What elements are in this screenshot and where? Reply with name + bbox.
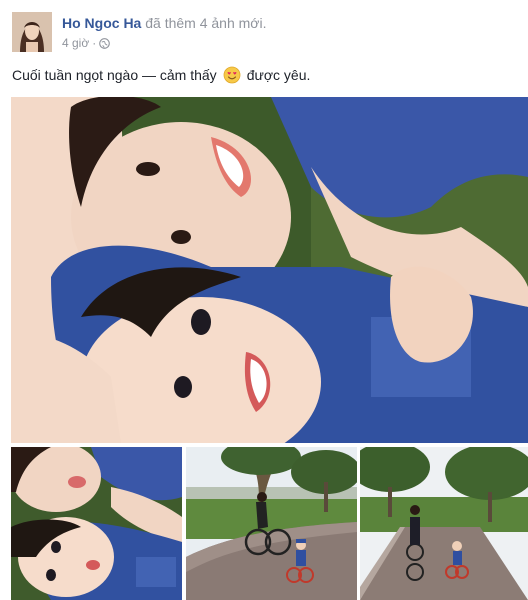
post-photo-thumbnail-3[interactable] (360, 447, 528, 600)
post-photo-thumbnail-2[interactable] (186, 447, 357, 600)
author-avatar[interactable] (12, 12, 52, 52)
meta-separator: · (92, 36, 97, 50)
post-title-line: Ho Ngoc Ha đã thêm 4 ảnh mới. (62, 15, 266, 31)
post-photo-thumbnail-1[interactable] (11, 447, 182, 600)
park-biking-photo (186, 447, 357, 600)
post-action-text: đã thêm 4 ảnh mới. (145, 15, 267, 31)
feed-post: Ho Ngoc Ha đã thêm 4 ảnh mới. 4 giờ · Cu… (0, 0, 528, 600)
author-name-link[interactable]: Ho Ngoc Ha (62, 15, 141, 31)
post-photo-main[interactable] (11, 97, 528, 443)
message-text-before: Cuối tuần ngọt ngào — cảm thấy (12, 67, 217, 83)
message-text-after: được yêu. (246, 67, 311, 83)
globe-icon[interactable] (99, 37, 111, 49)
post-message: Cuối tuần ngọt ngào — cảm thấy được yêu. (12, 66, 310, 84)
post-meta: 4 giờ · (62, 36, 111, 50)
selfie-closeup-photo (11, 447, 182, 600)
post-timestamp[interactable]: 4 giờ (62, 36, 89, 50)
in-love-emoji-icon (223, 66, 241, 84)
park-biking-photo-2 (360, 447, 528, 600)
post-header: Ho Ngoc Ha đã thêm 4 ảnh mới. 4 giờ · (12, 12, 512, 54)
selfie-mother-son-photo (11, 97, 528, 443)
